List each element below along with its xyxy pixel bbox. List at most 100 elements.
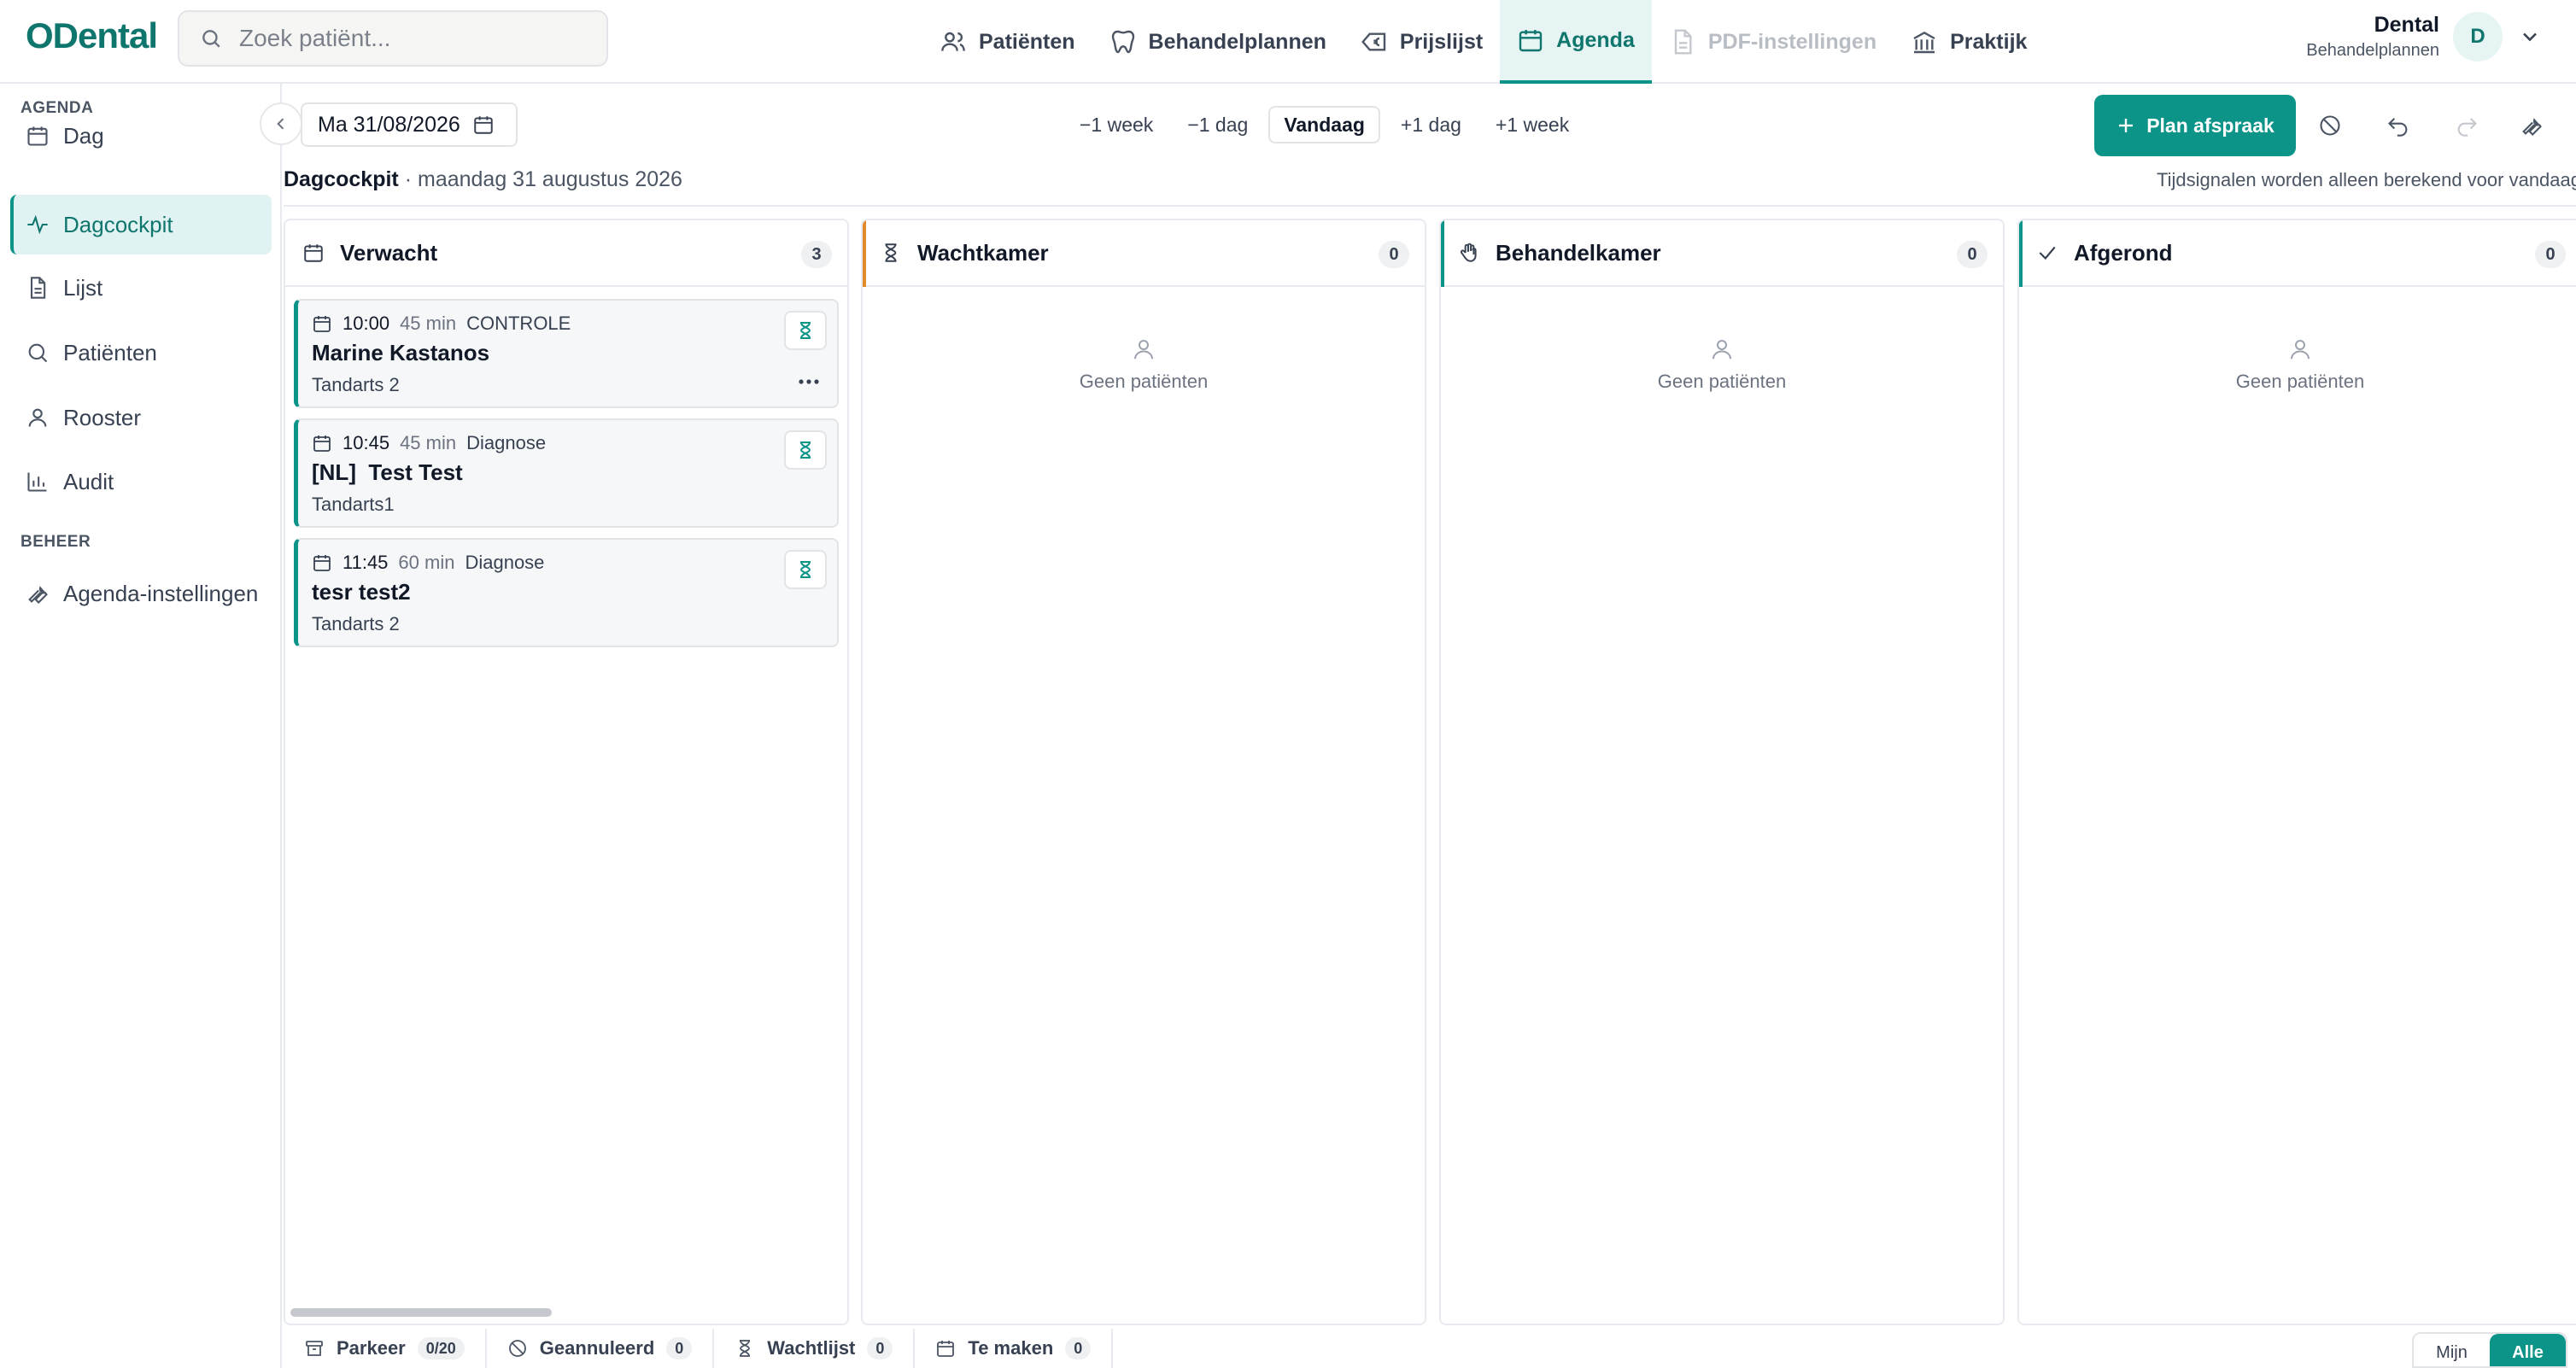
wrench-icon [28,586,48,604]
calendar-icon [1519,30,1543,52]
sidebar-item-dagcockpit[interactable]: Dagcockpit [10,195,272,254]
tray-count-badge: 0 [867,1337,893,1359]
tray-label: Geannuleerd [539,1337,655,1359]
sidebar-item-label: Rooster [63,404,142,430]
appointment-card[interactable]: 10:00 45 min CONTROLE Marine Kastanos Ta… [294,299,839,408]
undo-icon [2388,118,2408,137]
tray-geannuleerd[interactable]: Geannuleerd 0 [487,1329,715,1368]
page-title-text: Dagcockpit [284,167,399,191]
tooth-icon [1111,30,1134,54]
main-nav: Patiënten Behandelplannen Prijslijst Age… [922,0,2044,84]
avatar[interactable]: D [2453,12,2503,61]
hourglass-icon [799,441,811,459]
more-options-button[interactable] [794,369,823,395]
search-icon [28,343,48,363]
time-signal-note: Tijdsignalen worden alleen berekend voor… [2157,169,2576,190]
bottom-tray: Parkeer 0/20 Geannuleerd 0 Wachtlijst 0 … [284,1329,2576,1368]
appointment-time: 10:45 [342,432,390,453]
sidebar-item-audit[interactable]: Audit [10,452,272,512]
user-menu[interactable]: Dental Behandelplannen D [2306,12,2542,61]
date-picker-button[interactable]: Ma 31/08/2026 [301,102,518,147]
tray-parkeer[interactable]: Parkeer 0/20 [284,1329,487,1368]
tray-wachtlijst[interactable]: Wachtlijst 0 [714,1329,916,1368]
sidebar-item-rooster[interactable]: Rooster [10,388,272,447]
nav-prijslijst[interactable]: Prijslijst [1344,0,1500,84]
nav-patienten[interactable]: Patiënten [922,0,1092,84]
chevron-left-icon [277,118,284,130]
nav-label: Prijslijst [1399,29,1484,54]
archive-icon [306,1341,323,1356]
minus-day-button[interactable]: −1 dag [1174,106,1262,143]
settings-wrench-button[interactable] [2515,108,2549,143]
move-to-waiting-button[interactable] [784,311,827,350]
move-to-waiting-button[interactable] [784,550,827,589]
nav-label: Praktijk [1950,29,2028,54]
column-title: Verwacht [340,239,438,266]
column-accent [863,220,866,287]
kanban-board: Verwacht 3 10:00 45 min CONTROLE Marine … [284,219,2576,1325]
card-meta: 11:45 60 min Diagnose [312,552,544,574]
plus-icon [2119,119,2134,132]
empty-state: Geen patiënten [1441,336,2003,393]
nav-pdf-instellingen[interactable]: PDF-instellingen [1652,0,1894,84]
empty-state: Geen patiënten [863,336,1425,393]
appointment-duration: 45 min [400,432,457,453]
horizontal-scrollbar[interactable] [290,1308,552,1317]
appointment-card[interactable]: 11:45 60 min Diagnose tesr test2 Tandart… [294,538,839,647]
appointment-time: 10:00 [342,313,390,334]
document-icon [30,277,46,299]
sidebar-item-agenda-instellingen[interactable]: Agenda-instellingen [10,564,272,623]
plan-appointment-button[interactable]: Plan afspraak [2094,95,2296,156]
hourglass-icon [799,561,811,578]
top-bar: ODental Zoek patiënt... Patiënten Behand… [0,0,2576,84]
column-count-badge: 0 [2535,241,2566,268]
toggle-mijn[interactable]: Mijn [2414,1334,2490,1366]
calendar-icon [313,555,331,571]
appointment-time: 11:45 [342,552,389,573]
document-icon [1674,29,1692,55]
nav-agenda[interactable]: Agenda [1500,0,1652,84]
user-subtitle: Behandelplannen [2306,41,2439,60]
sidebar-item-patienten[interactable]: Patiënten [10,323,272,383]
column-title: Wachtkamer [917,239,1049,266]
sidebar-item-dag[interactable]: Dag [10,106,272,166]
tray-count-badge: 0 [666,1337,693,1359]
plus-day-button[interactable]: +1 dag [1387,106,1475,143]
column-count-badge: 3 [801,241,832,268]
sidebar-item-label: Patiënten [63,339,157,365]
users-icon [941,32,965,51]
appointment-type: CONTROLE [466,313,571,334]
appointment-card[interactable]: 10:45 45 min Diagnose [NL] Test Test Tan… [294,418,839,528]
sidebar-item-lijst[interactable]: Lijst [10,258,272,318]
nav-behandelplannen[interactable]: Behandelplannen [1092,0,1344,84]
user-icon [1712,340,1731,360]
redo-button[interactable] [2450,108,2484,143]
move-to-waiting-button[interactable] [784,430,827,470]
mine-all-toggle[interactable]: Mijn Alle [2412,1332,2567,1368]
chevron-down-icon[interactable] [2518,25,2542,49]
minus-week-button[interactable]: −1 week [1066,106,1167,143]
patient-name: [NL] Test Test [312,459,463,485]
hourglass-icon [740,1340,751,1357]
cancel-toggle-button[interactable] [2313,108,2347,143]
patient-search-input[interactable]: Zoek patiënt... [178,10,608,67]
empty-state-text: Geen patiënten [1079,371,1209,392]
sidebar-item-label: Agenda-instellingen [63,580,259,606]
undo-button[interactable] [2381,108,2415,143]
collapse-sidebar-button[interactable] [260,102,302,145]
user-info: Dental Behandelplannen [2306,13,2439,61]
today-button[interactable]: Vandaag [1268,106,1380,143]
calendar-icon [313,436,331,452]
appointment-type: Diagnose [465,552,545,573]
toggle-alle[interactable]: Alle [2490,1334,2566,1366]
column-title: Afgerond [2074,239,2173,266]
nav-label: PDF-instellingen [1707,29,1877,54]
plus-week-button[interactable]: +1 week [1482,106,1583,143]
plan-appointment-label: Plan afspraak [2146,114,2274,137]
column-count-badge: 0 [1957,241,1988,268]
app-logo[interactable]: ODental [26,15,158,56]
sidebar: AGENDA Dag Dagcockpit Lijst Patiënten Ro… [0,84,282,1368]
nav-praktijk[interactable]: Praktijk [1894,0,2044,84]
tray-te-maken[interactable]: Te maken 0 [915,1329,1114,1368]
column-title: Behandelkamer [1496,239,1661,266]
